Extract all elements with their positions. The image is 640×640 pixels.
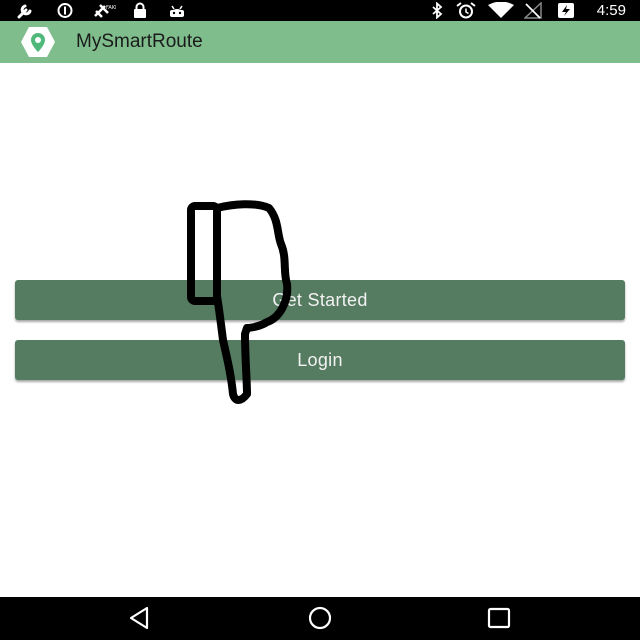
navigation-bar xyxy=(0,597,640,640)
login-button[interactable]: Login xyxy=(15,340,625,380)
status-bar: FAKE 4:59 xyxy=(0,0,640,21)
wifi-icon xyxy=(488,2,514,18)
wrench-icon xyxy=(17,4,32,19)
home-icon[interactable] xyxy=(305,605,335,631)
lock-icon xyxy=(134,2,146,18)
data-saver-icon xyxy=(57,3,73,18)
satellite-icon: FAKE xyxy=(94,4,116,18)
app-title: MySmartRoute xyxy=(76,31,203,52)
recents-icon[interactable] xyxy=(484,605,514,631)
app-bar: MySmartRoute xyxy=(0,21,640,63)
status-time: 4:59 xyxy=(596,2,626,19)
battery-charging-icon xyxy=(558,3,574,18)
alarm-icon xyxy=(456,2,476,19)
get-started-button[interactable]: Get Started xyxy=(15,280,625,320)
bluetooth-icon xyxy=(432,2,443,19)
location-pin-icon xyxy=(21,27,55,57)
svg-text:FAKE: FAKE xyxy=(106,5,116,11)
no-signal-icon xyxy=(524,2,542,19)
back-icon[interactable] xyxy=(125,605,155,631)
android-icon xyxy=(170,5,184,17)
